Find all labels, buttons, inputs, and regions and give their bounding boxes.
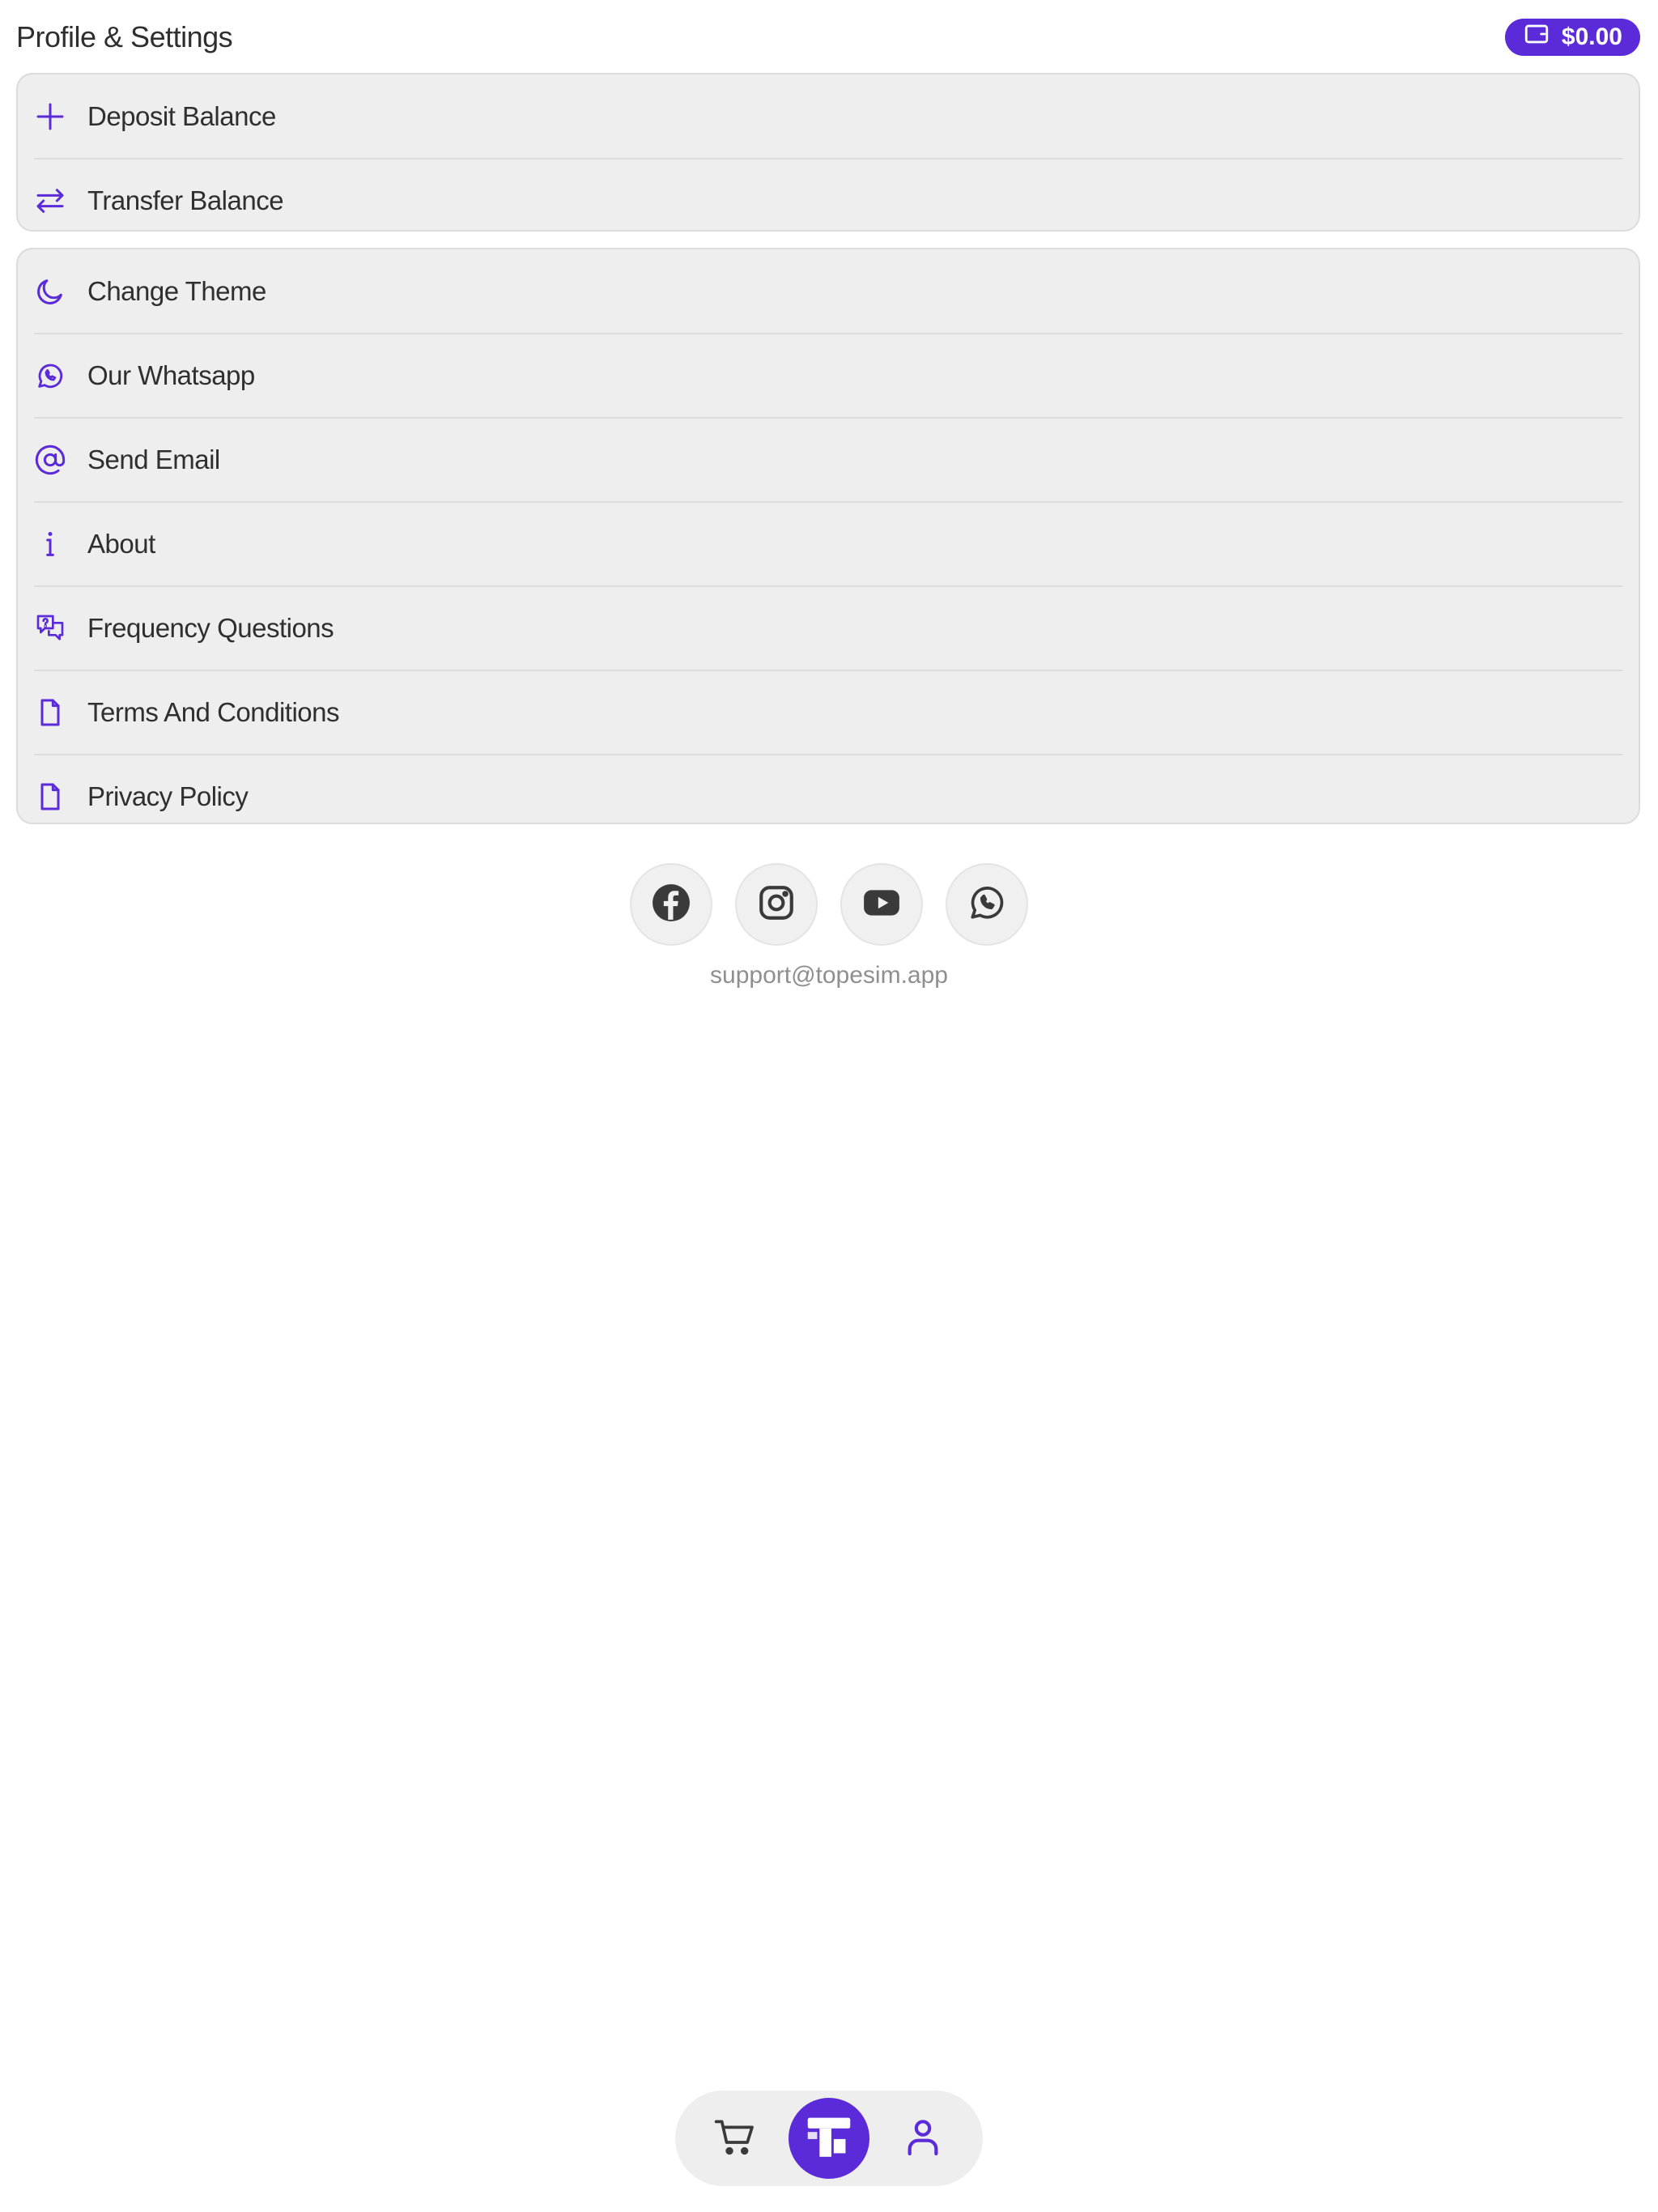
- transfer-balance-label: Transfer Balance: [87, 185, 284, 215]
- our-whatsapp-label: Our Whatsapp: [87, 360, 255, 390]
- about-label: About: [87, 529, 155, 559]
- at-sign-icon: [34, 444, 66, 476]
- info-icon: [34, 528, 66, 560]
- wallet-icon: [1523, 20, 1550, 54]
- terms-and-conditions-item[interactable]: Terms And Conditions: [18, 670, 1639, 755]
- balance-button[interactable]: $0.00: [1504, 19, 1640, 56]
- support-email[interactable]: support@topesim.app: [0, 962, 1658, 989]
- frequency-questions-label: Frequency Questions: [87, 613, 334, 643]
- deposit-balance-item[interactable]: Deposit Balance: [18, 74, 1639, 159]
- home-logo-icon: [801, 2108, 857, 2169]
- balance-menu-card: Deposit Balance Transfer Balance: [16, 73, 1640, 232]
- facebook-icon: [651, 883, 691, 927]
- instagram-icon: [756, 883, 797, 927]
- cart-icon: [712, 2114, 758, 2163]
- our-whatsapp-item[interactable]: Our Whatsapp: [18, 333, 1639, 418]
- balance-amount: $0.00: [1561, 23, 1622, 50]
- page-title: Profile & Settings: [16, 20, 233, 53]
- terms-and-conditions-label: Terms And Conditions: [87, 697, 340, 727]
- privacy-policy-item[interactable]: Privacy Policy: [18, 754, 1639, 823]
- nav-profile[interactable]: [899, 2114, 947, 2163]
- header: Profile & Settings $0.00: [16, 15, 1640, 60]
- facebook-button[interactable]: [630, 863, 712, 946]
- transfer-balance-item[interactable]: Transfer Balance: [18, 158, 1639, 230]
- instagram-button[interactable]: [735, 863, 818, 946]
- change-theme-label: Change Theme: [87, 276, 266, 306]
- send-email-label: Send Email: [87, 445, 220, 474]
- document-icon: [34, 781, 66, 813]
- privacy-policy-label: Privacy Policy: [87, 781, 249, 811]
- whatsapp-icon: [34, 359, 66, 392]
- settings-menu-card: Change Theme Our Whatsapp Send Email Abo…: [16, 248, 1640, 824]
- whatsapp-button[interactable]: [946, 863, 1028, 946]
- moon-icon: [34, 275, 66, 308]
- change-theme-item[interactable]: Change Theme: [18, 249, 1639, 334]
- bottom-nav: [675, 2091, 983, 2186]
- deposit-balance-label: Deposit Balance: [87, 101, 276, 131]
- about-item[interactable]: About: [18, 501, 1639, 586]
- social-links: [0, 863, 1658, 946]
- transfer-arrows-icon: [34, 185, 66, 217]
- document-icon: [34, 696, 66, 729]
- frequency-questions-item[interactable]: Frequency Questions: [18, 585, 1639, 670]
- youtube-button[interactable]: [840, 863, 923, 946]
- nav-home[interactable]: [789, 2098, 869, 2179]
- nav-cart[interactable]: [711, 2114, 759, 2163]
- profile-icon: [900, 2114, 946, 2163]
- plus-icon: [34, 100, 66, 133]
- whatsapp-icon: [967, 883, 1007, 927]
- question-chat-icon: [34, 612, 66, 644]
- send-email-item[interactable]: Send Email: [18, 417, 1639, 502]
- youtube-icon: [861, 883, 902, 927]
